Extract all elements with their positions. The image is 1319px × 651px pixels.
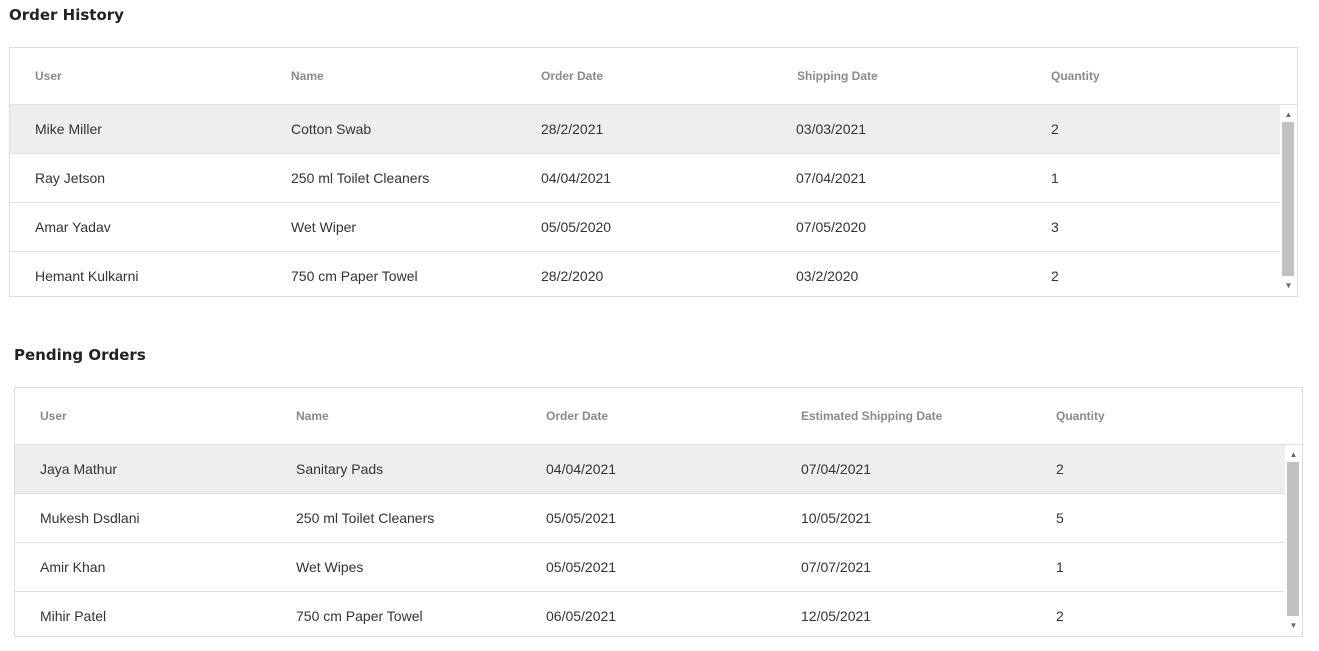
cell-user: Mukesh Dsdlani [40,510,140,526]
cell-name: 750 cm Paper Towel [291,268,418,284]
table-row[interactable]: Jaya Mathur Sanitary Pads 04/04/2021 07/… [15,445,1285,494]
column-header-quantity[interactable]: Quantity [1051,48,1100,104]
cell-name: Cotton Swab [291,121,372,137]
cell-shipping-date: 07/04/2021 [796,170,867,186]
cell-name: Sanitary Pads [296,461,384,477]
table-row[interactable]: Mike Miller Cotton Swab 28/2/2021 03/03/… [10,105,1280,154]
order-history-title: Order History [9,6,124,24]
cell-name: 250 ml Toilet Cleaners [296,510,435,526]
table-header: User Name Order Date Estimated Shipping … [15,388,1302,445]
cell-user: Ray Jetson [35,170,106,186]
pending-orders-title: Pending Orders [14,346,146,364]
cell-quantity: 2 [1056,608,1064,624]
table-row[interactable]: Amir Khan Wet Wipes 05/05/2021 07/07/202… [15,543,1285,592]
table-header: User Name Order Date Shipping Date Quant… [10,48,1297,105]
vertical-scrollbar[interactable]: ▲ ▼ [1280,105,1297,296]
cell-order-date: 05/05/2020 [541,219,612,235]
column-header-order-date[interactable]: Order Date [541,48,603,104]
table-body: Jaya Mathur Sanitary Pads 04/04/2021 07/… [15,445,1285,636]
cell-name: 750 cm Paper Towel [296,608,423,624]
order-history-table: User Name Order Date Shipping Date Quant… [9,47,1298,297]
cell-user: Amir Khan [40,559,106,575]
cell-shipping-date: 07/05/2020 [796,219,867,235]
column-header-estimated-shipping-date[interactable]: Estimated Shipping Date [801,388,942,444]
cell-order-date: 05/05/2021 [546,510,617,526]
table-body: Mike Miller Cotton Swab 28/2/2021 03/03/… [10,105,1280,296]
column-header-shipping-date[interactable]: Shipping Date [797,48,878,104]
cell-order-date: 05/05/2021 [546,559,617,575]
scroll-thumb[interactable] [1282,122,1294,276]
column-header-order-date[interactable]: Order Date [546,388,608,444]
cell-quantity: 1 [1056,559,1064,575]
column-header-user[interactable]: User [35,48,62,104]
cell-user: Hemant Kulkarni [35,268,139,284]
cell-name: Wet Wiper [291,219,357,235]
scroll-up-icon[interactable]: ▲ [1285,448,1302,462]
column-header-quantity[interactable]: Quantity [1056,388,1105,444]
table-row[interactable]: Mihir Patel 750 cm Paper Towel 06/05/202… [15,592,1285,636]
cell-order-date: 06/05/2021 [546,608,617,624]
cell-order-date: 04/04/2021 [541,170,612,186]
cell-quantity: 1 [1051,170,1059,186]
pending-orders-table: User Name Order Date Estimated Shipping … [14,387,1303,637]
cell-user: Mihir Patel [40,608,107,624]
table-row[interactable]: Mukesh Dsdlani 250 ml Toilet Cleaners 05… [15,494,1285,543]
vertical-scrollbar[interactable]: ▲ ▼ [1285,445,1302,636]
scroll-down-icon[interactable]: ▼ [1280,279,1297,293]
cell-name: 250 ml Toilet Cleaners [291,170,430,186]
cell-name: Wet Wipes [296,559,364,575]
cell-user: Amar Yadav [35,219,111,235]
cell-estimated-shipping-date: 12/05/2021 [801,608,872,624]
cell-order-date: 04/04/2021 [546,461,617,477]
cell-quantity: 2 [1051,121,1059,137]
cell-user: Mike Miller [35,121,102,137]
table-row[interactable]: Hemant Kulkarni 750 cm Paper Towel 28/2/… [10,252,1280,296]
column-header-user[interactable]: User [40,388,67,444]
cell-order-date: 28/2/2020 [541,268,604,284]
table-row[interactable]: Amar Yadav Wet Wiper 05/05/2020 07/05/20… [10,203,1280,252]
cell-quantity: 5 [1056,510,1064,526]
scroll-thumb[interactable] [1287,462,1299,616]
scroll-down-icon[interactable]: ▼ [1285,619,1302,633]
cell-estimated-shipping-date: 07/07/2021 [801,559,872,575]
cell-user: Jaya Mathur [40,461,118,477]
cell-quantity: 2 [1056,461,1064,477]
cell-quantity: 2 [1051,268,1059,284]
column-header-name[interactable]: Name [291,48,324,104]
table-row[interactable]: Ray Jetson 250 ml Toilet Cleaners 04/04/… [10,154,1280,203]
cell-quantity: 3 [1051,219,1059,235]
column-header-name[interactable]: Name [296,388,329,444]
cell-estimated-shipping-date: 07/04/2021 [801,461,872,477]
cell-estimated-shipping-date: 10/05/2021 [801,510,872,526]
cell-shipping-date: 03/03/2021 [796,121,867,137]
scroll-up-icon[interactable]: ▲ [1280,108,1297,122]
cell-order-date: 28/2/2021 [541,121,604,137]
cell-shipping-date: 03/2/2020 [796,268,859,284]
